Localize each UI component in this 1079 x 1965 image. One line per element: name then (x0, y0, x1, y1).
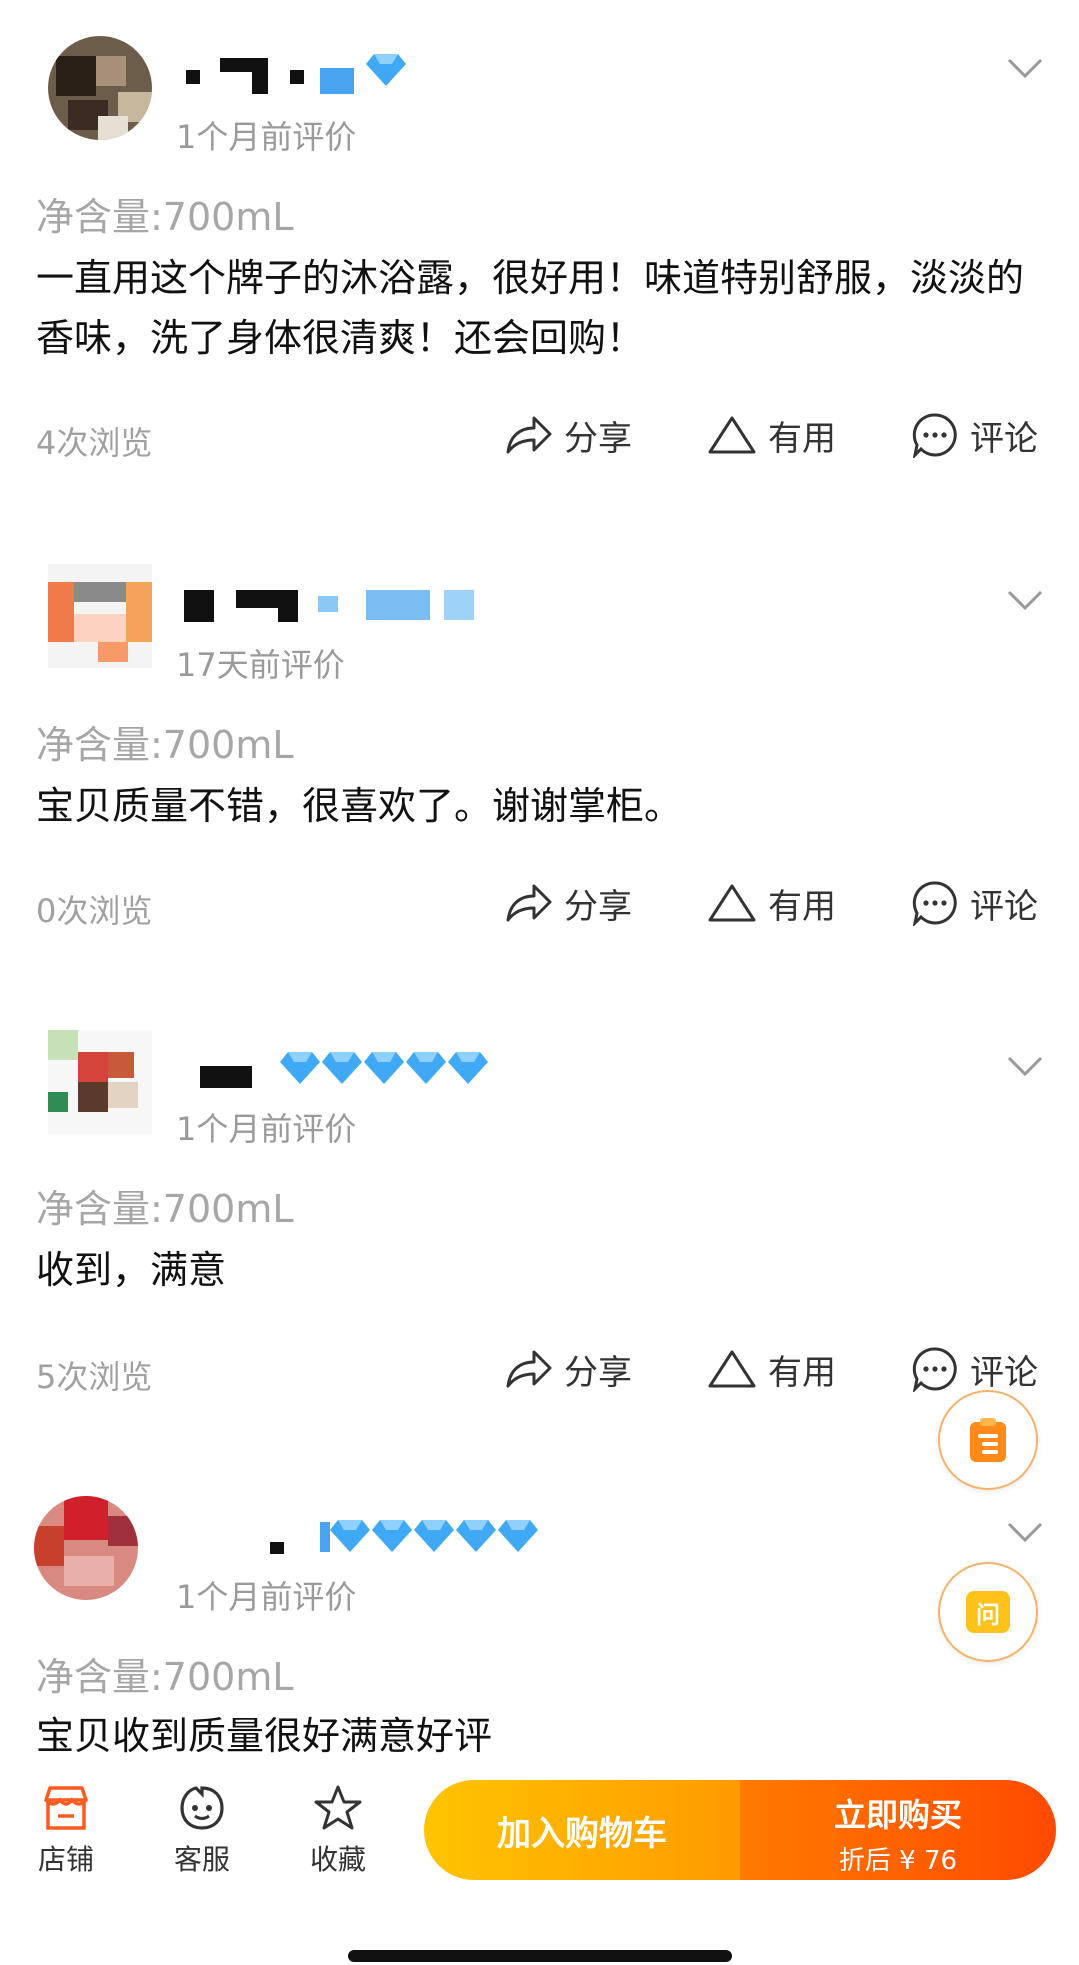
chevron-down-icon[interactable] (1005, 1520, 1045, 1546)
review-text: 一直用这个牌子的沐浴露，很好用！味道特别舒服，淡淡的香味，洗了身体很清爽！还会回… (36, 256, 1025, 360)
useful-label: 有用 (768, 886, 836, 927)
favorite-label: 收藏 (309, 1843, 366, 1876)
diamond-icon (456, 1518, 496, 1552)
add-to-cart-button[interactable]: 加入购物车 (424, 1780, 740, 1880)
share-button[interactable]: 分享 (504, 878, 632, 928)
product-spec: 净含量:700mL (36, 1187, 294, 1231)
review-card: 1个月前评价 净含量:700mL 一直用这个牌子的沐浴露，很好用！味道特别舒服，… (0, 0, 1079, 466)
clipboard-list-icon (970, 1418, 1006, 1462)
share-label: 分享 (564, 418, 632, 459)
store-label: 店铺 (37, 1843, 94, 1876)
share-icon (506, 416, 552, 454)
useful-label: 有用 (768, 418, 836, 459)
add-to-cart-label: 加入购物车 (497, 1813, 667, 1854)
notes-floating-button[interactable] (938, 1390, 1038, 1490)
comment-button[interactable]: 评论 (912, 1344, 1038, 1394)
review-card: 1个月前评价 净含量:700mL 收到，满意 5次浏览 分享 有用 评论 (0, 994, 1079, 1460)
triangle-icon (708, 884, 756, 922)
useful-button[interactable]: 有用 (708, 410, 836, 460)
diamond-icon (448, 1050, 488, 1084)
service-nav-button[interactable]: 客服 (152, 1784, 252, 1878)
ask-floating-button[interactable]: 问 (938, 1562, 1038, 1662)
customer-service-icon (180, 1786, 224, 1830)
star-icon (314, 1785, 362, 1830)
avatar[interactable] (48, 36, 152, 140)
buy-now-label: 立即购买 (833, 1796, 962, 1834)
view-count: 4次浏览 (36, 424, 153, 462)
diamond-icon (366, 52, 406, 86)
chevron-down-icon[interactable] (1005, 56, 1045, 82)
useful-button[interactable]: 有用 (708, 878, 836, 928)
product-spec: 净含量:700mL (36, 195, 294, 239)
buy-now-button[interactable]: 立即购买 折后 ¥ 76 (740, 1780, 1056, 1880)
diamond-icon (372, 1518, 412, 1552)
diamond-icon (364, 1050, 404, 1084)
comment-icon (912, 881, 957, 926)
share-label: 分享 (564, 1352, 632, 1393)
comment-label: 评论 (970, 418, 1038, 459)
service-label: 客服 (173, 1843, 230, 1876)
share-button[interactable]: 分享 (504, 1344, 632, 1394)
review-time: 1个月前评价 (176, 118, 357, 156)
comment-label: 评论 (970, 886, 1038, 927)
share-label: 分享 (564, 886, 632, 927)
review-card: 1个月前评价 净含量:700mL 宝贝收到质量很好满意好评 (0, 1460, 1079, 1770)
useful-button[interactable]: 有用 (708, 1344, 836, 1394)
ask-icon: 问 (966, 1591, 1010, 1633)
view-count: 5次浏览 (36, 1358, 153, 1396)
diamond-icon (498, 1518, 538, 1552)
discount-price: 折后 ¥ 76 (838, 1846, 958, 1876)
chevron-down-icon[interactable] (1005, 1054, 1045, 1080)
ask-label: 问 (976, 1600, 1000, 1629)
review-card: 17天前评价 净含量:700mL 宝贝质量不错，很喜欢了。谢谢掌柜。 0次浏览 … (0, 528, 1079, 994)
chevron-down-icon[interactable] (1005, 588, 1045, 614)
review-time: 17天前评价 (176, 646, 345, 684)
bottom-action-bar: 店铺 客服 收藏 加入购物车 立即购买 折后 ¥ 76 (0, 1770, 1079, 1910)
diamond-icon (414, 1518, 454, 1552)
diamond-icon (330, 1518, 370, 1552)
diamond-icon (322, 1050, 362, 1084)
product-spec: 净含量:700mL (36, 1655, 294, 1699)
review-time: 1个月前评价 (176, 1578, 357, 1616)
triangle-icon (708, 416, 756, 454)
review-text: 宝贝质量不错，很喜欢了。谢谢掌柜。 (36, 784, 683, 828)
store-nav-button[interactable]: 店铺 (16, 1784, 116, 1878)
comment-icon (912, 1347, 957, 1392)
share-button[interactable]: 分享 (504, 410, 632, 460)
useful-label: 有用 (768, 1352, 836, 1393)
share-icon (506, 884, 552, 922)
avatar[interactable] (34, 1496, 138, 1600)
share-icon (506, 1350, 552, 1388)
avatar[interactable] (48, 564, 152, 668)
avatar[interactable] (48, 1030, 152, 1134)
comment-button[interactable]: 评论 (912, 410, 1038, 460)
product-spec: 净含量:700mL (36, 723, 294, 767)
triangle-icon (708, 1350, 756, 1388)
home-indicator[interactable] (348, 1950, 732, 1962)
comment-icon (912, 413, 957, 458)
review-text: 收到，满意 (36, 1248, 227, 1292)
favorite-nav-button[interactable]: 收藏 (288, 1784, 388, 1878)
comment-button[interactable]: 评论 (912, 878, 1038, 928)
diamond-icon (280, 1050, 320, 1084)
review-time: 1个月前评价 (176, 1110, 357, 1148)
comment-label: 评论 (970, 1352, 1038, 1393)
diamond-icon (406, 1050, 446, 1084)
review-text: 宝贝收到质量很好满意好评 (36, 1714, 493, 1758)
view-count: 0次浏览 (36, 892, 153, 930)
store-icon (44, 1786, 88, 1830)
